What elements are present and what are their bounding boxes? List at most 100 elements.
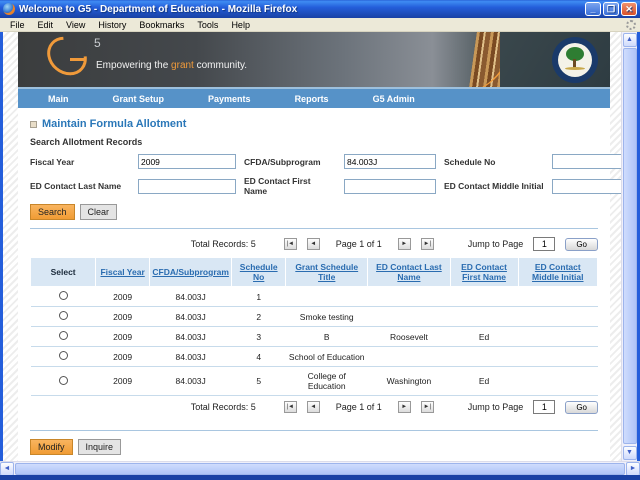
row-select-radio[interactable] xyxy=(59,331,68,340)
col-ed-contact-middle-initial[interactable]: ED Contact Middle Initial xyxy=(518,258,597,287)
vertical-scrollbar[interactable]: ▲ ▼ xyxy=(621,32,637,461)
cfda-subprogram-label: CFDA/Subprogram xyxy=(244,157,336,167)
window-title: Welcome to G5 - Department of Education … xyxy=(19,4,585,15)
cell-schedule-no: 4 xyxy=(232,347,286,367)
nav-main[interactable]: Main xyxy=(34,94,83,104)
jump-to-page-label: Jump to Page xyxy=(468,402,524,412)
nav-reports[interactable]: Reports xyxy=(281,94,343,104)
cell-last-name: Washington xyxy=(368,367,450,396)
cell-schedule-no: 1 xyxy=(232,287,286,307)
row-select-radio[interactable] xyxy=(59,376,68,385)
tagline-highlight: grant xyxy=(171,60,194,71)
menu-history[interactable]: History xyxy=(92,20,132,30)
window-bottom-border xyxy=(0,475,640,480)
cell-cfda: 84.003J xyxy=(150,287,232,307)
cell-fiscal-year: 2009 xyxy=(96,327,150,347)
menu-edit[interactable]: Edit xyxy=(32,20,60,30)
scroll-up-icon[interactable]: ▲ xyxy=(623,33,637,47)
col-fiscal-year[interactable]: Fiscal Year xyxy=(96,258,150,287)
next-page-button[interactable]: ► xyxy=(398,238,411,250)
jump-to-page-input[interactable] xyxy=(533,400,555,414)
search-button[interactable]: Search xyxy=(30,204,75,220)
col-grant-schedule-title[interactable]: Grant Schedule Title xyxy=(286,258,368,287)
g5-logo-five: 5 xyxy=(94,36,101,50)
cell-fiscal-year: 2009 xyxy=(96,287,150,307)
schedule-no-field[interactable] xyxy=(552,154,621,169)
cell-schedule-no: 3 xyxy=(232,327,286,347)
cell-schedule-no: 5 xyxy=(232,367,286,396)
col-ed-contact-last-name[interactable]: ED Contact Last Name xyxy=(368,258,450,287)
firefox-icon xyxy=(3,3,15,15)
page-indicator: Page 1 of 1 xyxy=(336,402,382,412)
g5-logo-icon xyxy=(39,32,94,83)
department-of-education-seal xyxy=(552,37,598,83)
last-page-button[interactable]: ►| xyxy=(421,401,434,413)
next-page-button[interactable]: ► xyxy=(398,401,411,413)
fiscal-year-field[interactable] xyxy=(138,154,236,169)
row-select-radio[interactable] xyxy=(59,291,68,300)
restore-button[interactable]: ❐ xyxy=(603,2,619,16)
ed-contact-first-name-label: ED Contact First Name xyxy=(244,176,336,196)
row-select-radio[interactable] xyxy=(59,311,68,320)
modify-button[interactable]: Modify xyxy=(30,439,73,455)
schedule-no-label: Schedule No xyxy=(444,157,544,167)
horizontal-scroll-thumb[interactable] xyxy=(15,463,625,475)
prev-page-button[interactable]: ◄ xyxy=(307,238,320,250)
ed-contact-last-name-field[interactable] xyxy=(138,179,236,194)
nav-payments[interactable]: Payments xyxy=(194,94,265,104)
row-select-radio[interactable] xyxy=(59,351,68,360)
table-row: 2009 84.003J 3 B Roosevelt Ed xyxy=(31,327,598,347)
g5-logo-bar xyxy=(70,58,84,61)
nav-grant-setup[interactable]: Grant Setup xyxy=(99,94,179,104)
g5-banner: 5 Empowering the grant community. xyxy=(18,32,610,87)
inquire-button[interactable]: Inquire xyxy=(78,439,122,455)
fiscal-year-label: Fiscal Year xyxy=(30,157,130,167)
cell-first-name: Ed xyxy=(450,367,518,396)
close-button[interactable]: ✕ xyxy=(621,2,637,16)
seal-ground xyxy=(565,67,585,70)
menu-file[interactable]: File xyxy=(4,20,31,30)
scroll-down-icon[interactable]: ▼ xyxy=(623,446,637,460)
cell-cfda: 84.003J xyxy=(150,367,232,396)
horizontal-scrollbar[interactable]: ◄ ► xyxy=(0,461,640,475)
scroll-right-icon[interactable]: ► xyxy=(626,462,640,476)
throbber-icon xyxy=(626,20,636,30)
menu-bookmarks[interactable]: Bookmarks xyxy=(133,20,190,30)
menu-view[interactable]: View xyxy=(60,20,91,30)
menu-tools[interactable]: Tools xyxy=(191,20,224,30)
cell-title: School of Education xyxy=(286,347,368,367)
go-button[interactable]: Go xyxy=(565,401,598,414)
cell-first-name xyxy=(450,347,518,367)
go-button[interactable]: Go xyxy=(565,238,598,251)
first-page-button[interactable]: |◄ xyxy=(284,401,297,413)
col-schedule-no[interactable]: Schedule No xyxy=(232,258,286,287)
tagline-post: community. xyxy=(194,60,247,71)
table-row: 2009 84.003J 1 xyxy=(31,287,598,307)
vertical-scroll-thumb[interactable] xyxy=(623,48,637,444)
menu-help[interactable]: Help xyxy=(225,20,256,30)
scroll-left-icon[interactable]: ◄ xyxy=(0,462,14,476)
jump-to-page-input[interactable] xyxy=(533,237,555,251)
cell-first-name xyxy=(450,287,518,307)
cfda-subprogram-field[interactable] xyxy=(344,154,436,169)
table-row: 2009 84.003J 4 School of Education xyxy=(31,347,598,367)
ed-contact-middle-initial-field[interactable] xyxy=(552,179,621,194)
cell-cfda: 84.003J xyxy=(150,347,232,367)
first-page-button[interactable]: |◄ xyxy=(284,238,297,250)
ed-contact-first-name-field[interactable] xyxy=(344,179,436,194)
section-title: Search Allotment Records xyxy=(30,137,598,147)
cell-schedule-no: 2 xyxy=(232,307,286,327)
main-navbar: Main Grant Setup Payments Reports G5 Adm… xyxy=(18,87,610,108)
clear-button[interactable]: Clear xyxy=(80,204,118,220)
prev-page-button[interactable]: ◄ xyxy=(307,401,320,413)
divider xyxy=(30,228,598,229)
last-page-button[interactable]: ►| xyxy=(421,238,434,250)
minimize-button[interactable]: _ xyxy=(585,2,601,16)
cell-middle-initial xyxy=(518,347,597,367)
col-ed-contact-first-name[interactable]: ED Contact First Name xyxy=(450,258,518,287)
cell-fiscal-year: 2009 xyxy=(96,307,150,327)
nav-g5-admin[interactable]: G5 Admin xyxy=(359,94,429,104)
col-cfda-subprogram[interactable]: CFDA/Subprogram xyxy=(150,258,232,287)
menubar: File Edit View History Bookmarks Tools H… xyxy=(0,18,640,32)
page-indicator: Page 1 of 1 xyxy=(336,239,382,249)
